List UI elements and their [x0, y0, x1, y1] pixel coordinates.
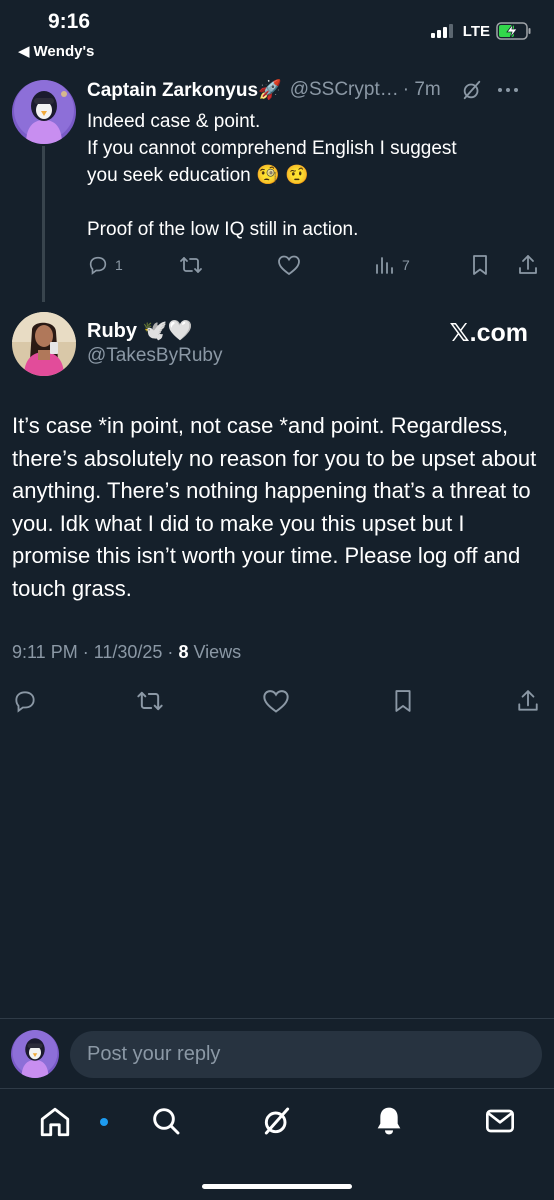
status-indicators: LTE: [430, 22, 532, 40]
main-bookmark-button[interactable]: [392, 688, 414, 714]
ruby-avatar[interactable]: [12, 312, 76, 376]
retweet-icon: [179, 254, 203, 276]
main-like-button[interactable]: [262, 688, 290, 714]
battery-icon: [496, 22, 532, 40]
views-icon: [374, 254, 396, 276]
signal-icon: [430, 24, 457, 38]
nav-home[interactable]: [38, 1105, 108, 1139]
main-display-name[interactable]: Ruby 🕊️🤍: [87, 318, 192, 343]
bell-icon: [373, 1105, 405, 1137]
grok-icon: [261, 1105, 293, 1137]
nav-notifications[interactable]: [373, 1105, 405, 1137]
main-handle[interactable]: @TakesByRuby: [87, 345, 222, 367]
main-tweet-text: It’s case *in point, not case *and point…: [12, 413, 537, 601]
main-retweet-button[interactable]: [136, 688, 164, 714]
tweet1-retweet-button[interactable]: [179, 254, 203, 276]
like-icon: [277, 254, 301, 276]
home-notification-dot: [100, 1118, 108, 1126]
main-reply-button[interactable]: [12, 688, 38, 714]
tweet1-time: · 7m: [402, 79, 441, 100]
zarkonyus-avatar[interactable]: [12, 80, 76, 144]
share-icon: [516, 688, 540, 714]
tweet1-reply-button[interactable]: 1: [87, 254, 123, 276]
like-icon: [262, 688, 290, 714]
home-icon: [38, 1105, 72, 1139]
mail-icon: [484, 1105, 516, 1137]
main-views-count: 8: [178, 642, 189, 662]
tweet1-like-button[interactable]: [277, 254, 301, 276]
reply-divider: [0, 1018, 554, 1019]
tweet1-text: Indeed case & point. If you cannot compr…: [87, 108, 537, 243]
tweet1-views-button[interactable]: 7: [374, 254, 410, 276]
back-to-app[interactable]: ◀ Wendy's: [18, 42, 95, 61]
bookmark-icon: [470, 254, 490, 276]
tweet1-display-name[interactable]: Captain Zarkonyus🚀: [87, 78, 282, 102]
nav-grok[interactable]: [261, 1105, 293, 1137]
share-icon: [517, 254, 539, 276]
tweet1-handle[interactable]: @SSCrypt…: [290, 79, 399, 101]
reply-icon: [12, 688, 38, 714]
tweet1-bookmark-button[interactable]: [470, 254, 490, 276]
tweet1-line: Proof of the low IQ still in action.: [87, 219, 359, 240]
tweet1-line: [87, 189, 537, 216]
main-actions: [12, 688, 542, 714]
tweet1-reply-count: 1: [115, 257, 123, 273]
nav-messages[interactable]: [484, 1105, 516, 1137]
thread-connector: [42, 146, 45, 302]
tweet1-view-count: 7: [402, 257, 410, 273]
status-time: 9:16: [48, 10, 91, 33]
network-label: LTE: [462, 22, 490, 40]
tweet1-line: Indeed case & point.: [87, 111, 261, 132]
grok-icon[interactable]: [461, 79, 483, 101]
main-share-button[interactable]: [516, 688, 540, 714]
tweet1-share-button[interactable]: [517, 254, 539, 276]
tweet1-line: If you cannot comprehend English I sugge…: [87, 138, 457, 159]
tweet1-header: Captain Zarkonyus🚀 @SSCrypt… · 7m: [87, 78, 547, 102]
back-app-label: Wendy's: [33, 42, 95, 60]
user-avatar[interactable]: [11, 1030, 59, 1078]
reply-icon: [87, 254, 109, 276]
nav-search[interactable]: [150, 1105, 182, 1137]
home-indicator: [202, 1184, 352, 1189]
main-tweet-meta: 9:11 PM · 11/30/25 · 8 Views: [12, 642, 241, 663]
xcom-watermark: 𝕏.com: [449, 319, 529, 347]
retweet-icon: [136, 688, 164, 714]
search-icon: [150, 1105, 182, 1137]
tweet1-actions: 1 7: [87, 254, 549, 280]
reply-input[interactable]: Post your reply: [70, 1031, 542, 1078]
bookmark-icon: [392, 688, 414, 714]
more-icon[interactable]: [497, 87, 519, 93]
main-views-label: Views: [193, 642, 242, 662]
back-arrow-icon: ◀: [18, 43, 30, 60]
tweet1-line: you seek education 🧐 🤨: [87, 165, 309, 186]
main-timestamp[interactable]: 9:11 PM · 11/30/25 ·: [12, 642, 173, 662]
